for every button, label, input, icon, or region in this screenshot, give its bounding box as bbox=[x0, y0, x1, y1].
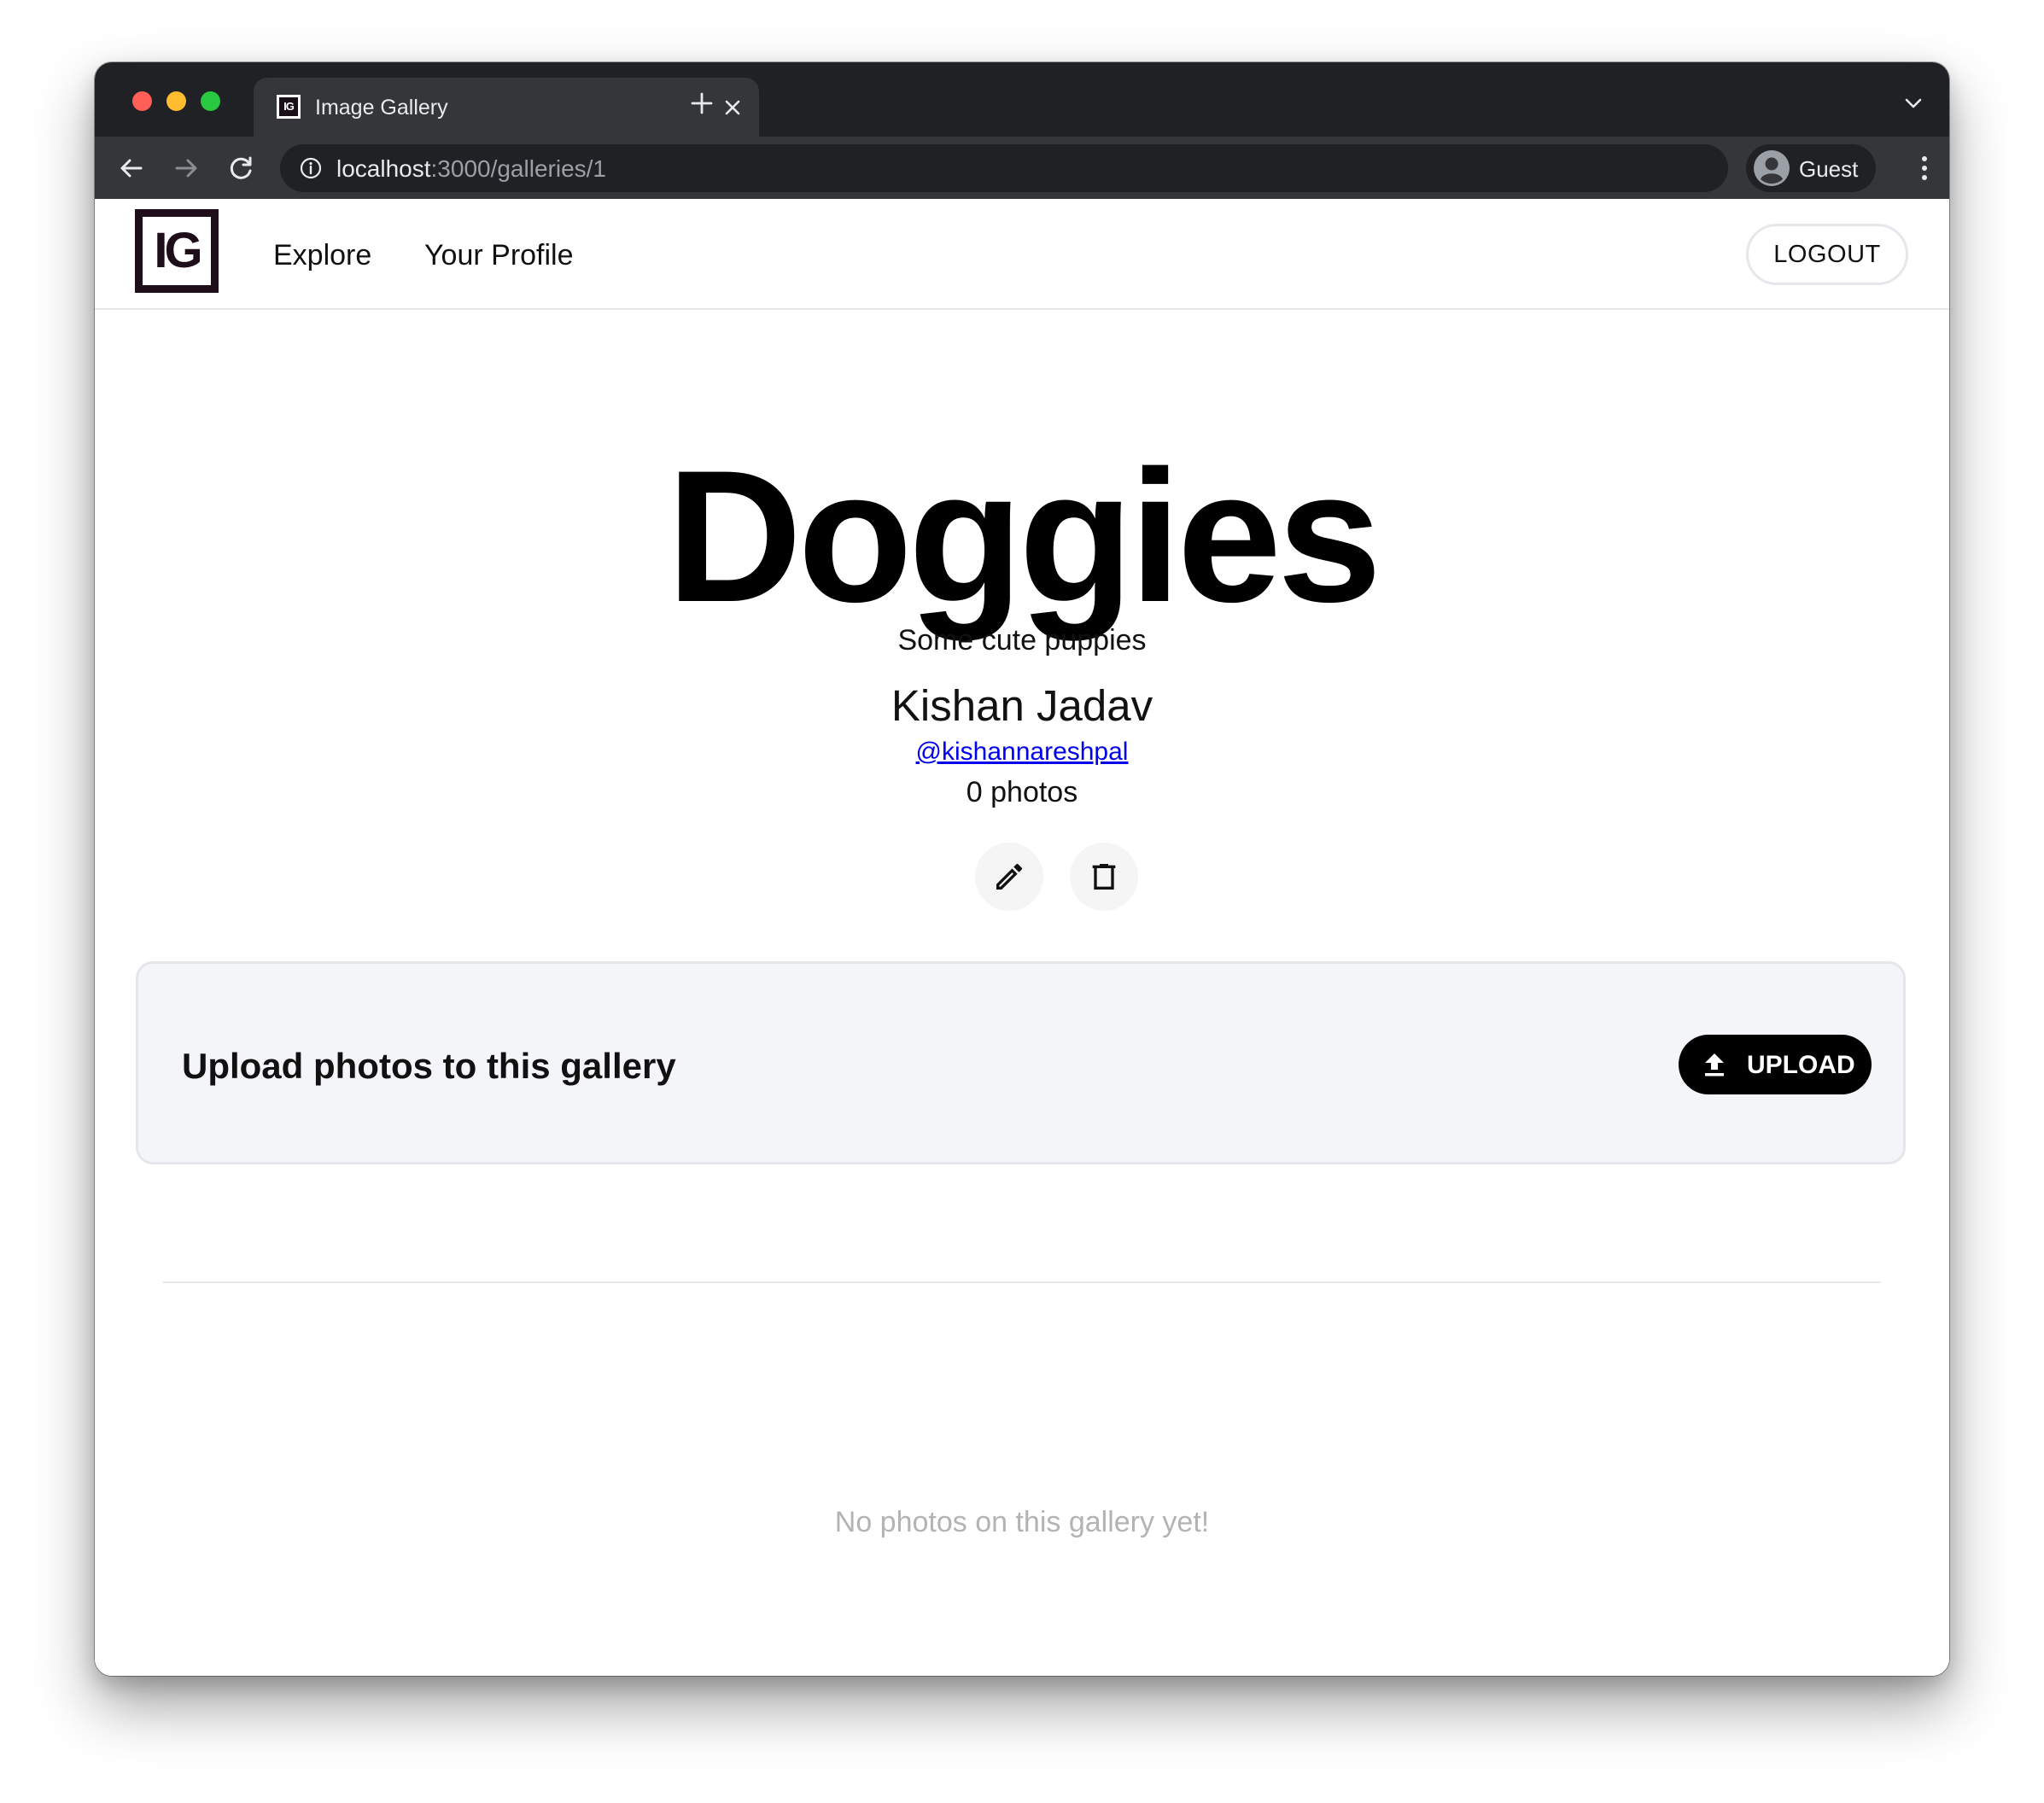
browser-toolbar: localhost:3000/galleries/1 Guest bbox=[95, 137, 1949, 199]
new-tab-icon[interactable] bbox=[689, 90, 715, 116]
profile-name: Guest bbox=[1799, 156, 1859, 182]
more-vert-icon[interactable] bbox=[1920, 154, 1929, 183]
site-logo[interactable]: IG bbox=[135, 209, 219, 293]
gallery-title: Doggies bbox=[666, 431, 1382, 641]
profile-button[interactable]: Guest bbox=[1746, 144, 1876, 192]
forward-arrow-icon[interactable] bbox=[172, 154, 201, 183]
divider bbox=[163, 1281, 1881, 1283]
delete-gallery-button[interactable] bbox=[1070, 843, 1138, 911]
trash-icon bbox=[1092, 864, 1116, 890]
upload-icon bbox=[1705, 1053, 1724, 1077]
pencil-icon bbox=[996, 863, 1023, 890]
url-host: localhost bbox=[336, 155, 431, 182]
url-text: localhost:3000/galleries/1 bbox=[336, 155, 606, 183]
maximize-window-button[interactable] bbox=[201, 91, 220, 111]
page-content: IG Explore Your Profile LOGOUT Doggies S… bbox=[95, 199, 1949, 1676]
nav-link-your-profile[interactable]: Your Profile bbox=[424, 239, 574, 272]
owner-handle-wrapper: @kishannareshpal bbox=[95, 738, 1949, 767]
minimize-window-button[interactable] bbox=[166, 91, 186, 111]
chevron-down-icon[interactable] bbox=[1903, 96, 1924, 110]
edit-gallery-button[interactable] bbox=[975, 843, 1043, 911]
owner-handle-link[interactable]: @kishannareshpal bbox=[916, 738, 1129, 766]
favicon-icon: IG bbox=[277, 95, 301, 119]
photo-count: 0 photos bbox=[966, 776, 1078, 808]
tab-strip: IG Image Gallery bbox=[95, 62, 1949, 137]
upload-heading: Upload photos to this gallery bbox=[182, 1046, 676, 1086]
logout-button[interactable]: LOGOUT bbox=[1746, 224, 1908, 285]
close-tab-icon[interactable] bbox=[720, 95, 745, 120]
tab-title: Image Gallery bbox=[315, 96, 448, 120]
site-navbar: IG Explore Your Profile LOGOUT bbox=[95, 199, 1949, 310]
upload-card: Upload photos to this gallery UPLOAD bbox=[136, 961, 1906, 1164]
close-window-button[interactable] bbox=[132, 91, 152, 111]
address-bar[interactable]: localhost:3000/galleries/1 bbox=[280, 144, 1728, 192]
owner-name: Kishan Jadav bbox=[891, 681, 1153, 730]
logo-text: IG bbox=[143, 217, 211, 285]
back-arrow-icon[interactable] bbox=[117, 154, 146, 183]
gallery-description: Some cute puppies bbox=[897, 624, 1147, 656]
upload-button-label: UPLOAD bbox=[1747, 1051, 1855, 1079]
info-icon[interactable] bbox=[299, 156, 323, 180]
avatar-icon bbox=[1754, 150, 1790, 186]
nav-link-explore[interactable]: Explore bbox=[273, 239, 371, 272]
url-path: :3000/galleries/1 bbox=[430, 155, 606, 182]
reload-icon[interactable] bbox=[227, 154, 256, 183]
upload-button[interactable]: UPLOAD bbox=[1679, 1035, 1872, 1094]
empty-state-message: No photos on this gallery yet! bbox=[834, 1506, 1210, 1538]
browser-window: IG Image Gallery localhost:3000/gallerie… bbox=[95, 62, 1949, 1676]
tab-image-gallery[interactable]: IG Image Gallery bbox=[254, 78, 759, 137]
